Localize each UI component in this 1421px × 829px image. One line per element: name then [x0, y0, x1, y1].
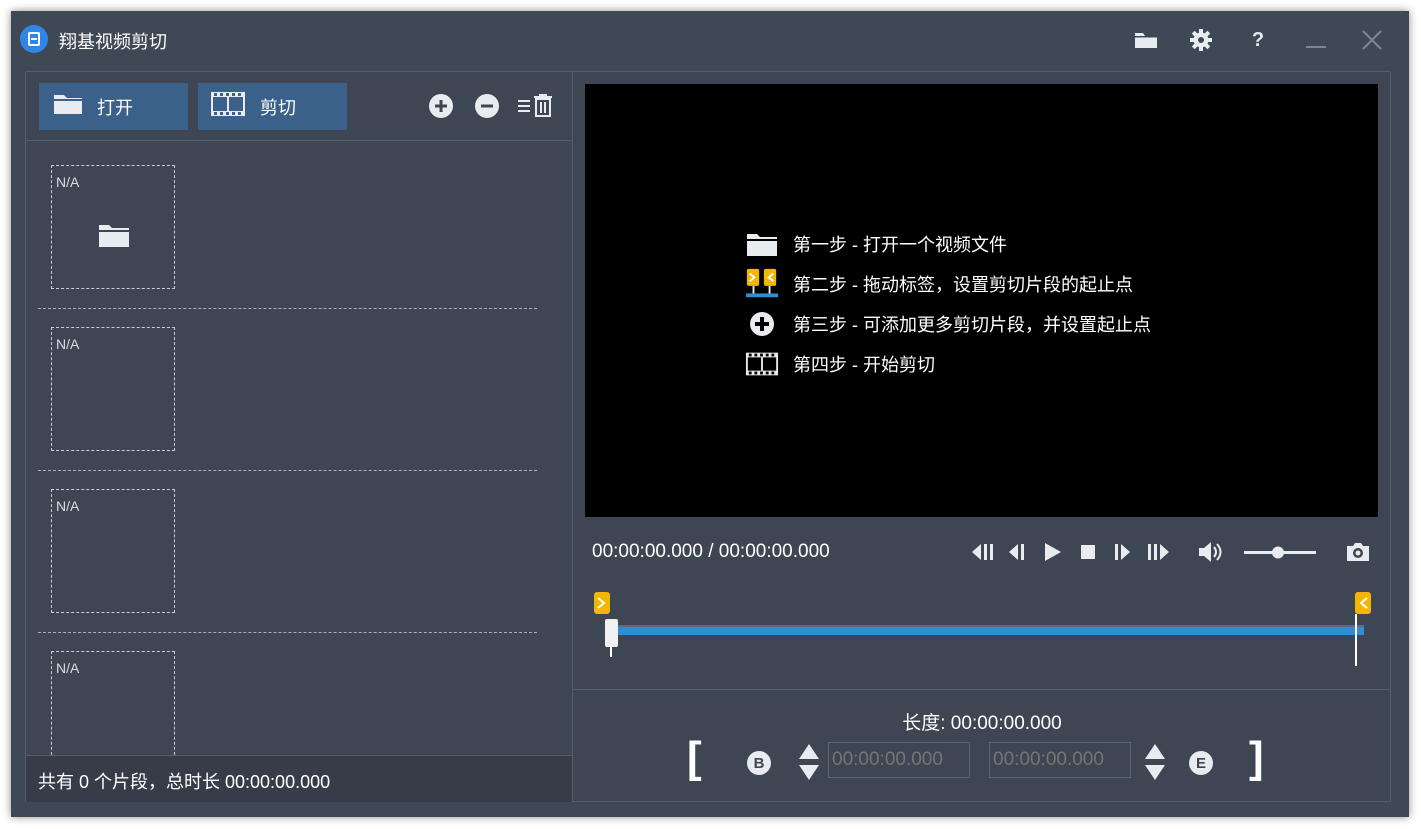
playhead-handle[interactable]	[605, 619, 618, 647]
start-time-stepper[interactable]	[798, 741, 820, 783]
cut-button-label: 剪切	[260, 97, 296, 118]
end-marker-line	[1355, 614, 1357, 666]
minimize-icon[interactable]	[1301, 25, 1331, 55]
start-marker-flag[interactable]	[594, 592, 610, 614]
skip-to-start-icon[interactable]	[968, 540, 996, 564]
step-4: 第四步 - 开始剪切	[745, 344, 1151, 384]
set-end-bracket-button[interactable]: ]	[1249, 736, 1264, 780]
player-panel: 第一步 - 打开一个视频文件 第二步 - 拖动标签，设置剪切片段的起止点 第三步…	[573, 71, 1391, 802]
video-preview[interactable]: 第一步 - 打开一个视频文件 第二步 - 拖动标签，设置剪切片段的起止点 第三步…	[585, 84, 1378, 517]
divider	[573, 689, 1391, 690]
end-time-field[interactable]	[989, 742, 1131, 778]
flag-markers-icon	[745, 268, 779, 299]
app-window: 翔基视频剪切 ? 打开 剪切 N/A N/A N/A N/A 共有 0 个片段，…	[11, 11, 1409, 817]
playback-time: 00:00:00.000 / 00:00:00.000	[592, 541, 830, 562]
volume-slider[interactable]	[1243, 540, 1317, 564]
step-back-icon[interactable]	[1004, 540, 1028, 564]
stop-icon[interactable]	[1077, 540, 1099, 564]
timeline-track[interactable]	[609, 625, 1364, 635]
clip-thumbnail: N/A	[51, 651, 175, 755]
film-icon	[210, 91, 246, 122]
clip-label: N/A	[56, 174, 80, 190]
title-bar: 翔基视频剪切 ?	[11, 11, 1409, 71]
clip-item[interactable]: N/A	[26, 302, 572, 471]
clip-label: N/A	[56, 660, 80, 676]
end-icon[interactable]: E	[1189, 751, 1213, 775]
help-icon[interactable]: ?	[1243, 25, 1273, 55]
step-text: 第一步 - 打开一个视频文件	[793, 235, 1007, 255]
close-icon[interactable]	[1357, 25, 1387, 55]
step-forward-icon[interactable]	[1111, 540, 1135, 564]
open-button-label: 打开	[97, 97, 133, 118]
step-text: 第二步 - 拖动标签，设置剪切片段的起止点	[793, 275, 1133, 295]
cut-button[interactable]: 剪切	[198, 83, 347, 130]
clip-summary-bar: 共有 0 个片段，总时长 00:00:00.000	[26, 755, 572, 802]
clip-list-panel: 打开 剪切 N/A N/A N/A N/A 共有 0 个片段，总时长 00:00…	[25, 71, 573, 802]
folder-icon	[745, 229, 779, 259]
clip-label: N/A	[56, 498, 80, 514]
start-time-field[interactable]	[828, 742, 970, 778]
open-button[interactable]: 打开	[39, 83, 188, 130]
instruction-steps: 第一步 - 打开一个视频文件 第二步 - 拖动标签，设置剪切片段的起止点 第三步…	[745, 224, 1151, 384]
step-1: 第一步 - 打开一个视频文件	[745, 224, 1151, 264]
segment-length: 长度: 00:00:00.000	[902, 713, 1062, 734]
clear-list-icon[interactable]	[516, 92, 562, 120]
snapshot-icon[interactable]	[1343, 540, 1373, 564]
start-marker-line	[610, 647, 612, 657]
end-marker-flag[interactable]	[1355, 592, 1371, 614]
clip-item[interactable]: N/A	[26, 140, 572, 309]
clip-thumbnail: N/A	[51, 489, 175, 613]
app-title: 翔基视频剪切	[59, 32, 167, 52]
film-icon	[745, 349, 779, 379]
clip-thumbnail: N/A	[51, 327, 175, 451]
begin-icon[interactable]: B	[747, 751, 771, 775]
timeline[interactable]	[593, 592, 1377, 667]
clip-summary-text: 共有 0 个片段，总时长 00:00:00.000	[38, 772, 331, 792]
skip-to-end-icon[interactable]	[1145, 540, 1173, 564]
clip-list[interactable]: N/A N/A N/A N/A	[26, 140, 572, 755]
gear-icon[interactable]	[1186, 25, 1216, 55]
step-text: 第四步 - 开始剪切	[793, 355, 935, 375]
folder-icon	[53, 92, 83, 121]
clip-item[interactable]: N/A	[26, 464, 572, 633]
clip-thumbnail: N/A	[51, 165, 175, 289]
add-circle-icon	[745, 309, 779, 339]
volume-icon[interactable]	[1195, 540, 1225, 564]
clip-toolbar: 打开 剪切	[26, 72, 572, 141]
step-2: 第二步 - 拖动标签，设置剪切片段的起止点	[745, 264, 1151, 304]
remove-clip-icon[interactable]	[475, 94, 499, 118]
step-text: 第三步 - 可添加更多剪切片段，并设置起止点	[793, 315, 1151, 335]
clip-item[interactable]: N/A	[26, 626, 572, 755]
folder-icon	[98, 222, 130, 253]
end-time-stepper[interactable]	[1144, 741, 1166, 783]
clip-label: N/A	[56, 336, 80, 352]
play-icon[interactable]	[1039, 540, 1065, 564]
step-3: 第三步 - 可添加更多剪切片段，并设置起止点	[745, 304, 1151, 344]
add-clip-icon[interactable]	[429, 94, 453, 118]
app-logo-icon	[20, 25, 48, 53]
set-start-bracket-button[interactable]: [	[687, 736, 702, 780]
folder-icon[interactable]	[1131, 25, 1161, 55]
